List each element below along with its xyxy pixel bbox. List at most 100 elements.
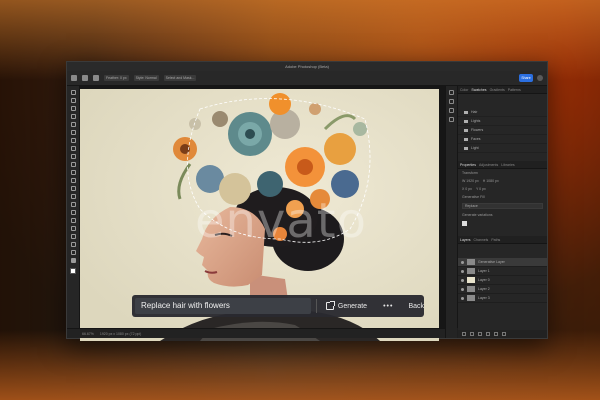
marquee-tool-icon[interactable] — [82, 75, 88, 81]
library-folder-hair[interactable]: Hair — [458, 108, 547, 117]
variations-checkbox[interactable] — [462, 221, 467, 226]
dodge-tool-icon[interactable] — [70, 202, 76, 207]
select-and-mask-button[interactable]: Select and Mask... — [163, 75, 197, 81]
x-field[interactable]: X 0 px — [462, 187, 472, 191]
generate-label: Generate — [337, 302, 368, 310]
layer-thumbnail — [467, 268, 475, 274]
blur-tool-icon[interactable] — [70, 194, 76, 199]
properties-panel-tabs: Properties Adjustments Libraries — [458, 161, 547, 169]
library-folder-lights[interactable]: Lights — [458, 117, 547, 126]
layer-name: Layer 0 — [478, 278, 490, 282]
marquee-tool-icon[interactable] — [70, 98, 76, 103]
feather-field[interactable]: Feather: 0 px — [104, 75, 129, 81]
height-field[interactable]: H 1080 px — [483, 179, 499, 183]
pen-tool-icon[interactable] — [70, 210, 76, 215]
layer-row[interactable]: Layer 3 — [458, 294, 547, 303]
link-layers-icon[interactable] — [462, 332, 466, 336]
title-bar: Adobe Photoshop (Beta) — [67, 62, 547, 71]
visibility-eye-icon[interactable] — [461, 278, 464, 282]
layer-row[interactable]: Layer 0 — [458, 276, 547, 285]
home-icon[interactable] — [71, 75, 77, 81]
options-bar: Feather: 0 px Style: Normal Select and M… — [67, 71, 547, 86]
history-panel-icon[interactable] — [449, 90, 454, 95]
folder-icon — [464, 119, 468, 123]
layer-row[interactable]: Generative Layer — [458, 258, 547, 267]
properties-panel-icon[interactable] — [449, 99, 454, 104]
transform-header: Transform — [458, 169, 547, 177]
library-folder-light[interactable]: Light — [458, 144, 547, 153]
canvas[interactable]: envato Replace hair with flowers Generat… — [80, 89, 439, 341]
gradient-tool-icon[interactable] — [70, 186, 76, 191]
generative-fill-prompt-input[interactable]: Replace hair with flowers — [135, 298, 311, 314]
style-select[interactable]: Style: Normal — [133, 75, 159, 81]
path-selection-tool-icon[interactable] — [70, 226, 76, 231]
library-folder-flowers[interactable]: Flowers — [458, 126, 547, 135]
tab-gradients[interactable]: Gradients — [490, 86, 505, 93]
account-avatar[interactable] — [537, 75, 543, 81]
layer-row[interactable]: Layer 2 — [458, 285, 547, 294]
zoom-tool-icon[interactable] — [70, 250, 76, 255]
type-tool-icon[interactable] — [70, 218, 76, 223]
history-brush-tool-icon[interactable] — [70, 170, 76, 175]
tab-color[interactable]: Color — [460, 86, 468, 93]
add-mask-icon[interactable] — [478, 332, 482, 336]
libraries-panel-icon[interactable] — [449, 108, 454, 113]
visibility-eye-icon[interactable] — [461, 287, 464, 291]
object-selection-tool-icon[interactable] — [70, 114, 76, 119]
trash-icon[interactable] — [502, 332, 506, 336]
transform-label: Transform — [462, 171, 478, 175]
folder-icon — [464, 110, 468, 114]
brush-tool-icon[interactable] — [70, 154, 76, 159]
generate-icon — [325, 301, 335, 310]
eraser-tool-icon[interactable] — [70, 178, 76, 183]
hand-tool-icon[interactable] — [70, 242, 76, 247]
window-title: Adobe Photoshop (Beta) — [285, 64, 329, 69]
back-button[interactable]: Back — [408, 303, 424, 310]
variations-row: Generate variations — [458, 211, 547, 219]
layer-name: Layer 3 — [478, 296, 490, 300]
tab-paths[interactable]: Paths — [491, 236, 500, 243]
tab-patterns[interactable]: Patterns — [508, 86, 521, 93]
y-field[interactable]: Y 0 px — [476, 187, 486, 191]
lasso-tool-icon[interactable] — [70, 106, 76, 111]
frame-tool-icon[interactable] — [70, 130, 76, 135]
crop-tool-icon[interactable] — [70, 122, 76, 127]
folder-icon — [464, 146, 468, 150]
share-button[interactable]: Share — [519, 74, 533, 82]
width-field[interactable]: W 1920 px — [462, 179, 479, 183]
folder-label: Faces — [471, 137, 481, 141]
layers-filter-row — [458, 244, 547, 258]
move-tool-icon[interactable] — [70, 90, 76, 95]
generate-button[interactable]: Generate — [325, 301, 368, 310]
new-group-icon[interactable] — [486, 332, 490, 336]
healing-brush-tool-icon[interactable] — [70, 146, 76, 151]
tab-adjustments[interactable]: Adjustments — [479, 161, 498, 168]
layer-row[interactable]: Layer 1 — [458, 267, 547, 276]
selection-mode-icon[interactable] — [93, 75, 99, 81]
foreground-color-swatch[interactable] — [70, 268, 76, 274]
eyedropper-tool-icon[interactable] — [70, 138, 76, 143]
tab-swatches[interactable]: Swatches — [471, 86, 486, 93]
zoom-level[interactable]: 66.67% — [82, 332, 94, 336]
visibility-eye-icon[interactable] — [461, 260, 464, 264]
status-bar: 66.67% 1920 px x 1080 px (72 ppi) — [67, 328, 456, 338]
tab-libraries[interactable]: Libraries — [501, 161, 514, 168]
more-options-button[interactable]: ••• — [383, 303, 393, 310]
generative-mode-select[interactable]: Replace — [462, 203, 543, 209]
clone-stamp-tool-icon[interactable] — [70, 162, 76, 167]
shape-tool-icon[interactable] — [70, 234, 76, 239]
visibility-eye-icon[interactable] — [461, 269, 464, 273]
new-layer-icon[interactable] — [494, 332, 498, 336]
tools-panel — [67, 86, 80, 328]
panel-icon-strip — [445, 86, 457, 338]
visibility-eye-icon[interactable] — [461, 296, 464, 300]
layer-name: Layer 1 — [478, 269, 490, 273]
tab-layers[interactable]: Layers — [460, 236, 471, 243]
library-folder-faces[interactable]: Faces — [458, 135, 547, 144]
folder-label: Light — [471, 146, 479, 150]
tab-properties[interactable]: Properties — [460, 161, 476, 168]
more-tools-icon[interactable] — [70, 258, 76, 263]
add-style-icon[interactable] — [470, 332, 474, 336]
adjustments-panel-icon[interactable] — [449, 117, 454, 122]
tab-channels[interactable]: Channels — [474, 236, 489, 243]
